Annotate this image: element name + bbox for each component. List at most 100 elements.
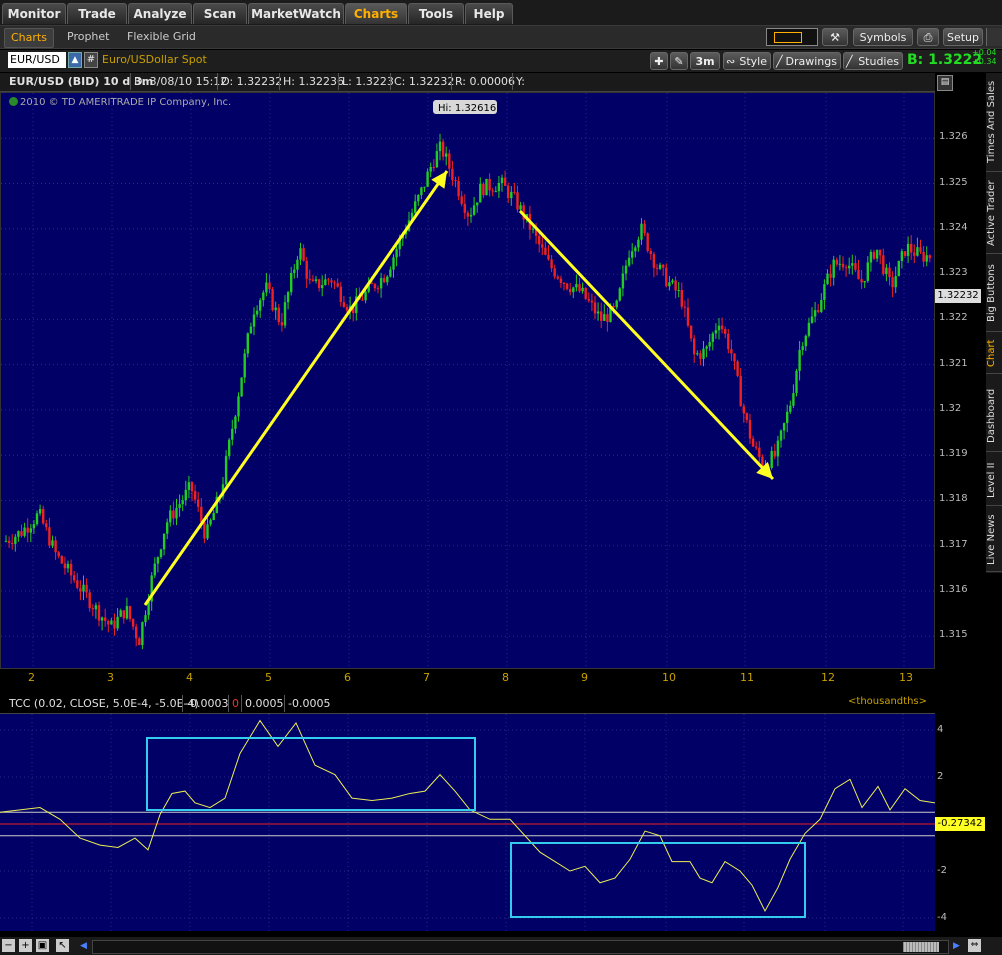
drawings-button[interactable]: ╱ Drawings [773,52,841,70]
scroll-left-icon[interactable]: ◀ [80,941,87,951]
candle-body [262,292,265,301]
sidebar-tab-level-ii[interactable]: Level II [986,455,1002,506]
sidebar-tab-times-and-sales[interactable]: Times And Sales [986,73,1002,172]
candle-body [928,255,931,259]
subtab-charts[interactable]: Charts [4,28,54,48]
price-chart[interactable]: Hi: 1.32616 2010 © TD AMERITRADE IP Comp… [0,92,935,669]
sidebar-tab-chart[interactable]: Chart [986,333,1002,374]
tab-scan[interactable]: Scan [193,3,247,24]
copyright-text: 2010 © TD AMERITRADE IP Company, Inc. [9,97,231,108]
tab-trade[interactable]: Trade [67,3,127,24]
candle-body [330,280,333,283]
tab-tools[interactable]: Tools [408,3,464,24]
candle-body [91,608,94,610]
candle-body [888,267,891,278]
zoom-in-icon[interactable]: + [19,939,32,952]
tab-help[interactable]: Help [465,3,513,24]
candle-body [135,626,138,639]
candle-body [497,183,501,192]
candle-body [463,203,466,213]
candle-body [184,489,187,501]
tab-charts[interactable]: Charts [345,3,407,24]
lookup-icon[interactable]: ▲ [68,52,82,68]
candle-body [550,259,553,269]
print-icon[interactable]: ⎙ [917,28,939,46]
info-low: L: 1.3223 [338,73,397,90]
candle-body [14,536,17,544]
price-tick-label: 1.325 [939,176,968,188]
candle-body [265,282,268,293]
scroll-right-icon[interactable]: ▶ [953,941,960,951]
horizontal-scrollbar[interactable] [92,940,949,954]
cursor-icon[interactable]: ↖ [56,939,69,952]
pencil-icon[interactable]: ✎ [670,52,688,70]
date-tick-label: 6 [344,671,351,684]
candle-body [724,329,727,334]
sidebar-tab-active-trader[interactable]: Active Trader [986,173,1002,254]
candle-body [832,259,835,278]
link-symbol-button[interactable]: # [84,52,98,68]
study-chart[interactable] [0,714,935,931]
candle-body [414,201,417,213]
candle-body [333,282,336,284]
sidebar-tab-live-news[interactable]: Live News [986,509,1002,572]
candle-body [844,267,848,269]
study-units: <thousandths> [848,696,927,707]
candle-body [361,299,364,301]
copyright-label: 2010 © TD AMERITRADE IP Company, Inc. [20,97,232,108]
candle-body [66,563,70,569]
symbol-input[interactable]: EUR/USD [8,52,66,68]
candle-body [445,153,448,157]
candle-body [435,151,439,168]
candle-body [820,300,823,312]
tab-monitor[interactable]: Monitor [2,3,66,24]
date-tick-label: 8 [502,671,509,684]
expand-icon[interactable]: ⇔ [968,939,981,952]
info-close: C: 1.32232 [390,73,457,90]
candle-body [742,406,745,414]
candle-body [538,235,541,245]
candle-body [556,276,559,279]
candle-body [20,531,23,536]
right-sidebar: Times And Sales Active Trader Big Button… [986,73,1002,573]
sidebar-tab-dashboard[interactable]: Dashboard [986,381,1002,452]
candle-body [420,187,423,196]
zoom-out-icon[interactable]: − [2,939,15,952]
candle-body [26,527,29,533]
tab-marketwatch[interactable]: MarketWatch [248,3,344,24]
studies-button[interactable]: ╱ Studies [843,52,903,70]
style-button[interactable]: ∾ Style [723,52,771,70]
chart-icon[interactable]: ▤ [937,75,953,91]
candle-body [290,272,293,293]
timeframe-button[interactable]: 3m [690,52,720,70]
candle-body [922,251,925,262]
zoom-fit-icon[interactable]: ▣ [36,939,49,952]
crosshair-icon[interactable]: ✚ [650,52,668,70]
candle-body [714,330,718,334]
candle-body [919,247,922,252]
setup-button[interactable]: Setup [943,28,983,46]
candle-body [274,307,277,311]
candle-body [252,314,256,327]
candle-body [209,520,212,525]
study-tick-label: 4 [937,724,944,735]
tab-analyze[interactable]: Analyze [128,3,192,24]
sidebar-tab-big-buttons[interactable]: Big Buttons [986,255,1002,332]
wrench-icon[interactable]: ⚒ [822,28,848,46]
price-tick-label: 1.318 [939,493,968,505]
candle-body [379,278,383,289]
subtab-flexible-grid[interactable]: Flexible Grid [121,28,202,46]
candle-body [125,606,129,619]
scroll-right-handle[interactable] [986,28,1002,46]
candle-body [203,521,206,539]
scroll-thumb[interactable] [903,942,939,952]
globe-icon [9,97,18,106]
color-link-box[interactable] [766,28,818,46]
date-tick-label: 5 [265,671,272,684]
candle-body [426,171,429,187]
studies-icon: ╱ [846,55,853,68]
subtab-prophet[interactable]: Prophet [61,28,116,46]
candle-body [621,273,625,289]
date-axis: 2 3 4 5 6 7 8 9 10 11 12 13 [0,669,935,687]
symbols-button[interactable]: Symbols [853,28,913,46]
